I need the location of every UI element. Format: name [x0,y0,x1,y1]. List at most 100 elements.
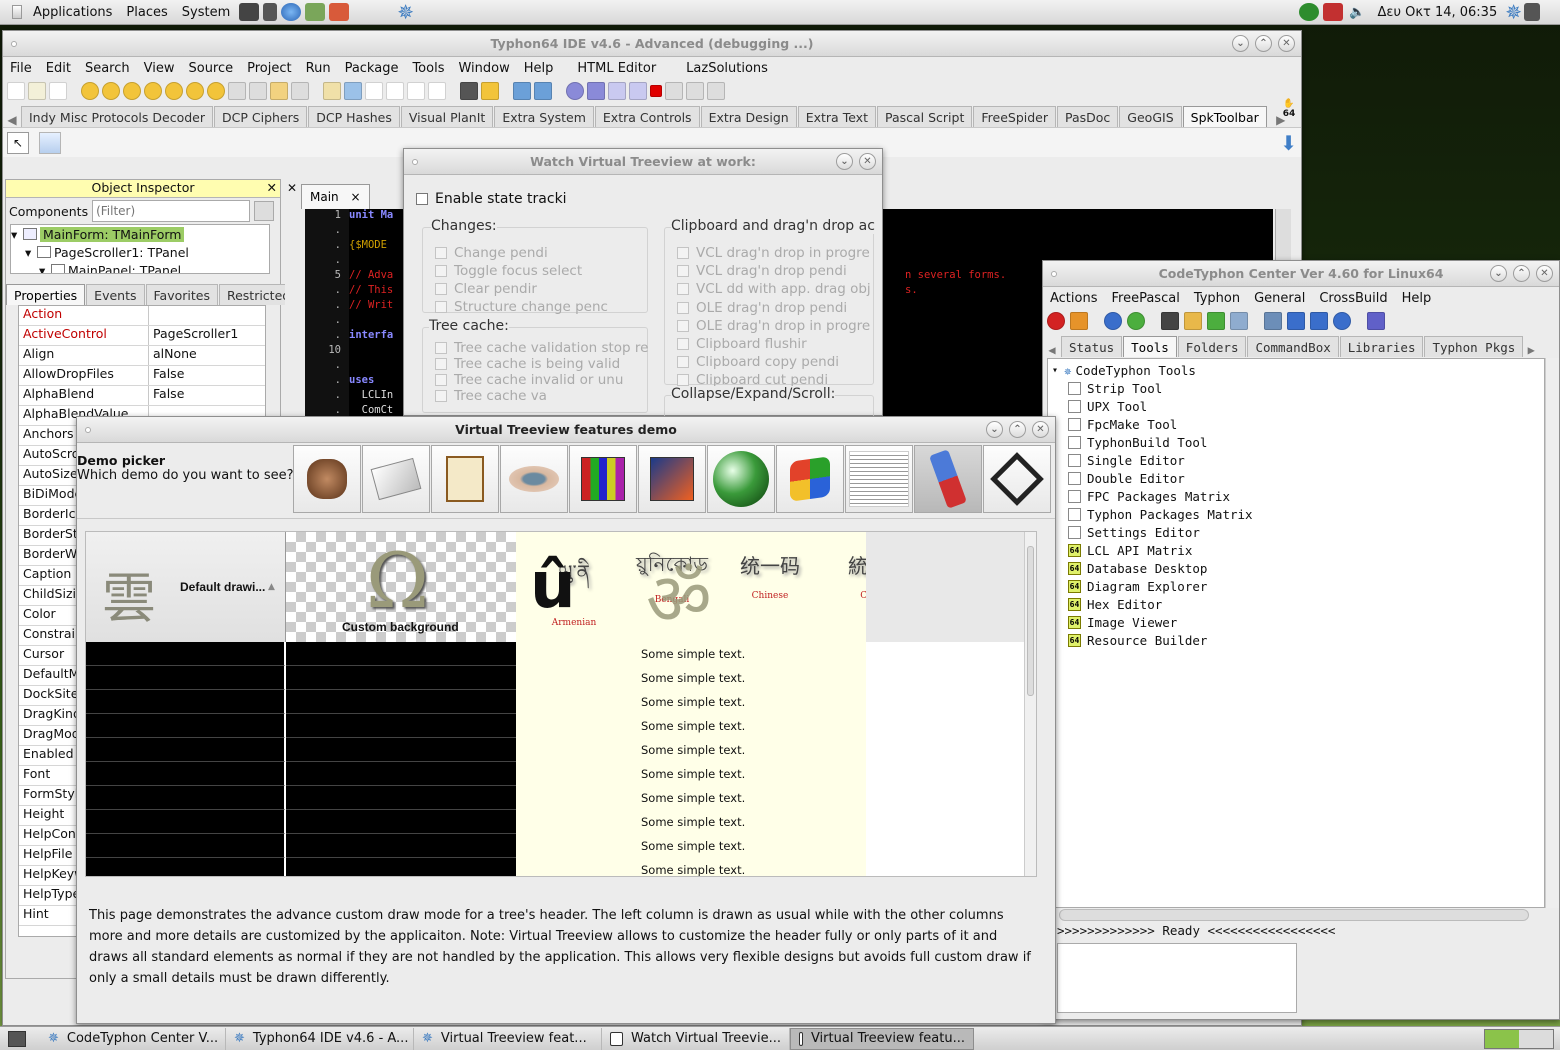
tree-vscrollbar[interactable] [1024,532,1036,876]
tree-row[interactable]: Some simple text. [86,762,1026,786]
tab-pascal-script[interactable]: Pascal Script [876,106,973,127]
run-config-icon[interactable] [513,82,531,100]
view-units-icon[interactable] [365,82,383,100]
state-checkbox[interactable]: Change pendi [435,244,608,262]
step-into-icon[interactable] [665,82,683,100]
tab-extra-text[interactable]: Extra Text [797,106,876,127]
terminal-launcher-icon[interactable] [239,3,260,21]
editor-close-icon[interactable]: ✕ [287,181,297,195]
task-vt-demo-2[interactable]: Virtual Treeview featu... [790,1027,974,1050]
tools-tree-item[interactable]: FpcMake Tool [1052,415,1544,433]
monitor-tray-icon[interactable] [1524,3,1540,21]
tree-row[interactable]: Some simple text. [86,738,1026,762]
tools-tree-item[interactable]: Settings Editor [1052,523,1544,541]
menu-lazsolutions[interactable]: LazSolutions [679,61,775,76]
step-over-icon[interactable] [686,82,704,100]
new-file-icon[interactable] [7,82,25,100]
palette-scroll-left[interactable]: ◀ [3,113,21,127]
menu-html-editor[interactable]: HTML Editor [570,61,663,76]
menu-run[interactable]: Run [299,61,338,76]
save-all-icon[interactable] [270,82,288,100]
tab-events[interactable]: Events [86,284,145,305]
state-checkbox[interactable]: Clipboard flushir [677,335,871,353]
run-icon[interactable] [629,82,647,100]
tree-row[interactable]: Some simple text. [86,786,1026,810]
spktoolbar-component-icon[interactable] [39,131,61,154]
property-value[interactable]: PageScroller1 [149,326,238,345]
demo-speed-button[interactable] [293,445,361,513]
tools-tree-item[interactable]: 64 Database Desktop [1052,559,1544,577]
show-desktop-icon[interactable] [8,1030,26,1047]
property-row[interactable]: AllowDropFiles False [19,366,265,386]
editor-tab-main[interactable]: Main × [301,184,370,209]
state-checkbox[interactable]: VCL drag'n drop in progre [677,244,871,262]
property-value[interactable]: False [149,386,184,405]
options-icon[interactable] [207,82,225,100]
stop-icon[interactable] [1047,312,1065,330]
header-custom-column[interactable]: Ω Custom background [286,532,516,642]
view-package-icon[interactable] [407,82,425,100]
tools-launcher-icon[interactable] [305,3,326,21]
pointer-tool-icon[interactable]: ↖ [7,131,29,154]
typhon-tray-icon[interactable]: ✵ [1505,0,1522,24]
watch-minimize-button[interactable]: ⌄ [836,153,853,170]
center-minimize-button[interactable]: ⌄ [1490,265,1507,282]
tools-tree-item[interactable]: Strip Tool [1052,379,1544,397]
center-maximize-button[interactable]: ⌃ [1513,265,1530,282]
menu-applications[interactable]: Applications [26,5,119,20]
tab-pasdoc[interactable]: PasDoc [1057,106,1119,127]
build-icon[interactable] [460,82,478,100]
text-editor-launcher-icon[interactable] [263,3,278,21]
tools-tree-item[interactable]: 64 Diagram Explorer [1052,577,1544,595]
tab-extra-design[interactable]: Extra Design [700,106,797,127]
import-icon[interactable] [1207,312,1225,330]
debugger-icon[interactable] [566,82,584,100]
center-menu-crossbuild[interactable]: CrossBuild [1312,291,1394,306]
terminal-icon[interactable] [1161,312,1179,330]
menu-package[interactable]: Package [338,61,406,76]
state-checkbox[interactable]: OLE drag'n drop pendi [677,299,871,317]
folder-icon[interactable] [1184,312,1202,330]
pause-icon[interactable] [608,82,626,100]
tree-node-mainpanel[interactable]: MainPanel: TPanel [68,263,181,274]
center-menu-freepascal[interactable]: FreePascal [1105,291,1187,306]
demo-about-button[interactable] [983,445,1051,513]
tree-row[interactable]: Some simple text. [86,810,1026,834]
tree-row[interactable]: Some simple text. [86,834,1026,858]
demo-properties-button[interactable] [431,445,499,513]
demo-general-button[interactable] [362,445,430,513]
menu-search[interactable]: Search [78,61,137,76]
volume-icon[interactable]: 🔈 [1349,5,1365,20]
toggle-form-icon[interactable] [344,82,362,100]
browser-launcher-icon[interactable] [281,3,302,21]
tab-extra-system[interactable]: Extra System [494,106,594,127]
menu-edit[interactable]: Edit [39,61,78,76]
open-icon[interactable] [81,82,99,100]
center-tab-typhon-pkgs[interactable]: Typhon Pkgs [1424,336,1524,357]
center-tab-folders[interactable]: Folders [1177,336,1247,357]
property-row[interactable]: Action [19,306,265,326]
refresh-icon[interactable] [1127,312,1145,330]
demo-text-button[interactable] [845,445,913,513]
tab-indy-misc[interactable]: Indy Misc Protocols Decoder [21,106,213,127]
tab-geogis[interactable]: GeoGIS [1119,106,1182,127]
watch-titlebar[interactable]: Watch Virtual Treeview at work: ⌄ ✕ [404,149,882,175]
watch-close-button[interactable]: ✕ [859,153,876,170]
gnome-foot-icon[interactable] [12,5,22,19]
ide-titlebar[interactable]: Typhon64 IDE v4.6 - Advanced (debugging … [3,31,1301,57]
record-indicator-icon[interactable] [1323,3,1344,21]
view-icon[interactable] [228,82,246,100]
state-checkbox[interactable]: Toggle focus select [435,262,608,280]
state-checkbox[interactable]: VCL drag'n drop pendi [677,262,871,280]
state-checkbox[interactable]: VCL dd with app. drag obj [677,280,871,298]
vt-maximize-button[interactable]: ⌃ [1009,421,1026,438]
task-vt-demo-1[interactable]: ✵ Virtual Treeview feat... [414,1027,602,1050]
calendar-launcher-icon[interactable] [329,3,350,21]
center-menu-typhon[interactable]: Typhon [1187,291,1247,306]
menu-project[interactable]: Project [240,61,298,76]
network-status-icon[interactable] [1299,3,1320,21]
inspector-close-icon[interactable]: ✕ [267,180,277,195]
minimize-button[interactable]: ⌄ [1232,35,1249,52]
center-menu-help[interactable]: Help [1395,291,1439,306]
tools-tree-root[interactable]: ▾ ✵ CodeTyphon Tools [1052,361,1544,379]
